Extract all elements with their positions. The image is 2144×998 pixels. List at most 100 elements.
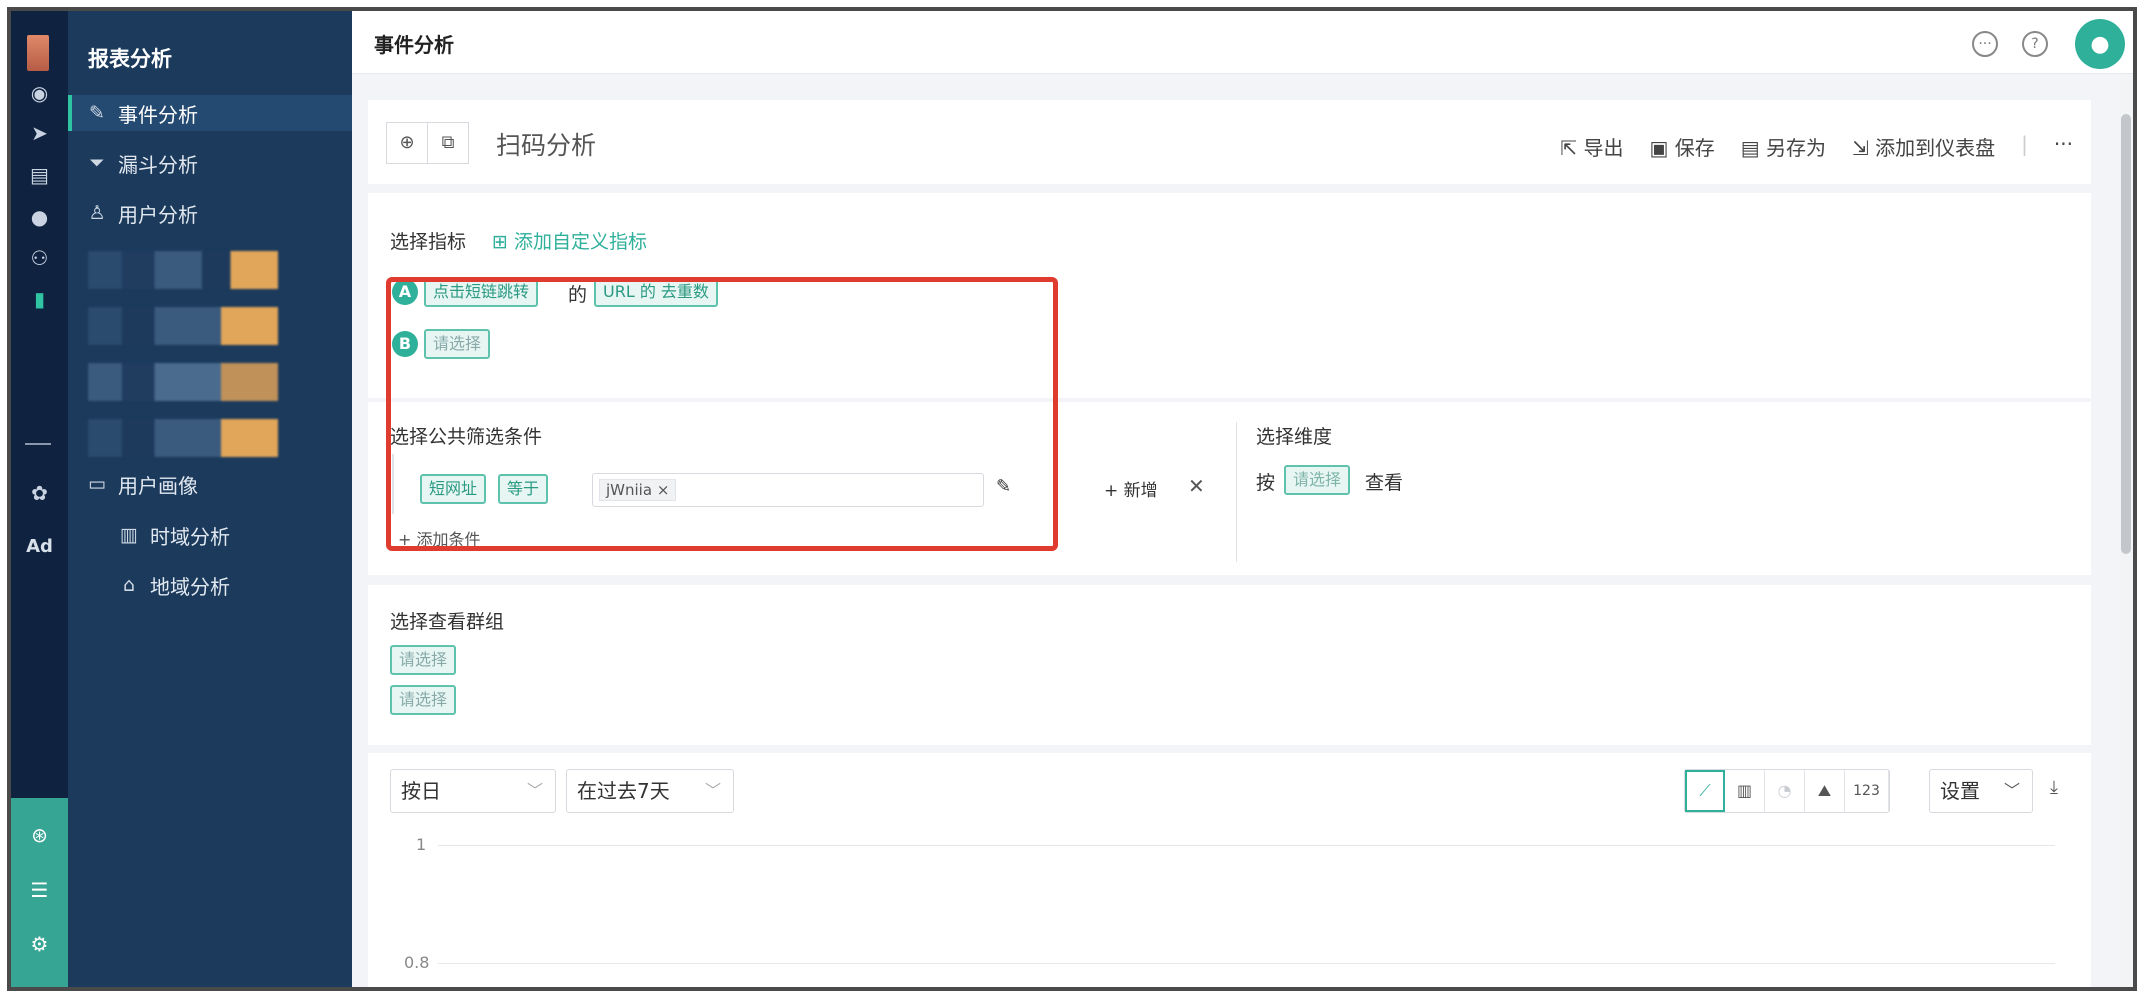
granularity-value: 按日 [401,779,441,803]
obscured-item [88,251,278,289]
add-filter-button[interactable]: + 新增 [1104,476,1158,501]
y-tick-label: 1 [416,835,427,854]
groups-section: 选择查看群组 请选择 请选择 [368,585,2091,745]
sidebar-item-user-portrait[interactable]: ▭ 用户画像 [68,466,352,502]
sidebar-item-label: 时域分析 [150,524,230,549]
icon-rail: ◉ ➤ ▤ ● ⚇ ▮ ✿ Ad ⊛ ☰ ⚙ [11,11,68,987]
chevron-down-icon: ﹀ [2003,781,2020,800]
report-name[interactable]: 扫码分析 [496,126,596,162]
sidebar-item-funnel-analysis[interactable]: ⏷ 漏斗分析 [68,145,352,181]
metric-a-measure-select[interactable]: URL 的 去重数 [594,277,718,307]
location-user-icon: ⌂ [122,574,136,596]
group-select-2[interactable]: 请选择 [390,685,457,715]
export-button[interactable]: ⇱ 导出 [1560,132,1623,161]
sidebar-item-event-analysis[interactable]: ✎ 事件分析 [68,95,352,131]
vertical-scrollbar[interactable] [2119,74,2133,987]
settings-label: 设置 [1940,779,1980,803]
users-icon[interactable]: ⚇ [11,244,68,272]
obscured-item [88,307,278,345]
sidebar-item-time-analysis[interactable]: ▥ 时域分析 [68,517,352,553]
chat-icon[interactable]: ··· [1972,31,1998,57]
settings-dropdown[interactable]: 设置 ﹀ [1929,769,2033,813]
metric-b-badge: B [392,331,418,357]
group-select-1[interactable]: 请选择 [390,645,457,675]
sidebar-item-user-analysis[interactable]: ♙ 用户分析 [68,195,352,231]
dimension-by-text: 按 [1256,472,1276,494]
line-chart-icon[interactable]: ⟋ [1685,770,1725,812]
filter-value-input[interactable]: jWniia × [592,473,984,507]
sidebar-item-label: 用户画像 [118,473,198,498]
sidebar-item-label: 用户分析 [118,202,198,227]
filter-operator-select[interactable]: 等于 [498,474,549,504]
sidebar-title: 报表分析 [88,47,172,71]
dimension-select[interactable]: 请选择 [1284,465,1351,495]
wechat-icon[interactable]: ✿ [11,479,68,507]
granularity-select[interactable]: 按日 ﹀ [390,769,556,813]
add-to-dashboard-button[interactable]: ⇲ 添加到仪表盘 [1852,132,1995,161]
add-custom-metric-label: 添加自定义指标 [513,231,647,253]
section-divider [1236,422,1237,562]
avatar[interactable]: ● [2075,19,2125,69]
date-range-select[interactable]: 在过去7天 ﹀ [566,769,734,813]
dimension-view-text: 查看 [1365,472,1404,494]
filter-value-chip: jWniia × [599,479,677,501]
report-actions: ⇱ 导出 ▣ 保存 ▤ 另存为 ⇲ 添加到仪表盘 | ··· [1560,132,2073,161]
funnel-icon: ⏷ [89,152,105,174]
app-window: ◉ ➤ ▤ ● ⚇ ▮ ✿ Ad ⊛ ☰ ⚙ 报表分析 ✎ 事件分析 ⏷ 漏斗分… [7,7,2137,991]
save-as-button[interactable]: ▤ 另存为 [1741,132,1826,161]
folder-icon: ▭ [88,473,106,495]
user-outline-icon: ♙ [88,202,106,224]
filter-value-text: jWniia [606,481,653,499]
dashboard-icon[interactable]: ◉ [11,79,68,107]
bar-chart-icon[interactable]: ▮ [11,285,68,313]
gridline [438,845,2055,846]
more-button[interactable]: ··· [2054,132,2073,161]
layout-icon[interactable]: ▤ [11,161,68,189]
send-icon[interactable]: ➤ [11,119,68,147]
add-condition-button[interactable]: + 添加条件 [398,526,481,550]
metric-a-event-select[interactable]: 点击短链跳转 [424,277,539,307]
save-label: 保存 [1674,136,1715,160]
dimensions-label: 选择维度 [1256,426,1333,448]
filter-field-select[interactable]: 短网址 [420,474,487,504]
metric-a-badge: A [392,279,418,305]
area-chart-icon[interactable]: ⛰ [1805,770,1845,812]
gridline [438,963,2055,964]
help-icon[interactable]: ? [2022,31,2048,57]
number-view-button[interactable]: 123 [1845,770,1889,812]
metrics-section: 选择指标 ⊞ 添加自定义指标 A 点击短链跳转 的 URL 的 去重数 B 请选… [368,193,2091,398]
grid-icon: ⊞ [492,231,508,253]
add-custom-metric-link[interactable]: ⊞ 添加自定义指标 [492,227,647,254]
divider: | [2021,132,2028,156]
sidebar: 报表分析 ✎ 事件分析 ⏷ 漏斗分析 ♙ 用户分析 ▭ 用户画像 ▥ 时域分析 … [68,11,352,987]
pencil-icon[interactable]: ✎ [996,476,1011,497]
server-icon[interactable]: ☰ [11,876,68,904]
pie-chart-icon[interactable]: ◔ [1765,770,1805,812]
save-as-label: 另存为 [1766,136,1827,160]
sidebar-item-label: 漏斗分析 [118,152,198,177]
rail-bottom-panel: ⊛ ☰ ⚙ [11,798,68,987]
page-title: 事件分析 [374,33,454,57]
groups-label: 选择查看群组 [390,611,505,633]
user-icon[interactable]: ● [11,203,68,231]
metric-a-connector: 的 [568,284,588,306]
sidebar-item-label: 事件分析 [118,102,198,127]
sidebar-item-region-analysis[interactable]: ⌂ 地域分析 [68,567,352,603]
app-logo [27,35,49,71]
metric-b-event-select[interactable]: 请选择 [424,329,491,359]
close-icon[interactable]: ✕ [1188,474,1205,498]
ad-icon[interactable]: Ad [11,533,68,561]
edit-doc-icon: ✎ [89,102,105,124]
y-tick-label: 0.8 [404,953,430,972]
settings-icon[interactable]: ⚙ [11,930,68,958]
remove-chip-icon[interactable]: × [657,481,670,499]
add-report-button[interactable]: ⊕ [386,122,428,164]
report-titlebar: ⊕ ⧉ 扫码分析 ⇱ 导出 ▣ 保存 ▤ 另存为 ⇲ 添加到仪表盘 | ··· [368,100,2091,184]
scrollbar-thumb[interactable] [2121,114,2131,554]
bar-chart-icon[interactable]: ▥ [1725,770,1765,812]
save-button[interactable]: ▣ 保存 [1650,132,1715,161]
chevron-down-icon: ﹀ [526,781,543,800]
copy-report-button[interactable]: ⧉ [427,122,469,164]
cog-wheel-icon[interactable]: ⊛ [11,821,68,849]
download-icon[interactable]: ⤓ [2050,777,2058,798]
